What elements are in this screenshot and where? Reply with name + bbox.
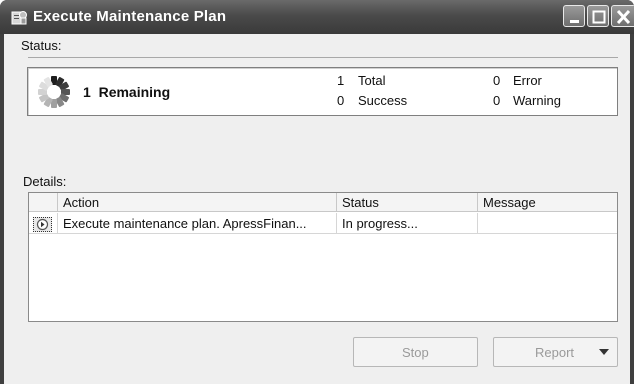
table-row-action-cell[interactable]: Execute maintenance plan. ApressFinan...: [63, 216, 307, 231]
minimize-icon: [570, 20, 579, 23]
dialog-window: Execute Maintenance Plan Status: 1 Remai…: [0, 0, 634, 384]
warning-count: 0: [493, 93, 501, 108]
grid-header: Action Status Message: [29, 193, 617, 212]
report-button-label: Report: [535, 345, 575, 360]
cell-divider: [57, 213, 58, 234]
status-label: Status:: [21, 38, 62, 53]
table-row-status-cell[interactable]: In progress...: [342, 216, 418, 231]
cell-divider: [336, 213, 337, 234]
error-label: Error: [513, 73, 542, 88]
stop-button[interactable]: Stop: [353, 337, 478, 367]
close-button[interactable]: [611, 5, 634, 27]
maximize-button[interactable]: [587, 5, 609, 27]
stop-button-label: Stop: [402, 345, 429, 360]
maximize-icon: [592, 10, 606, 24]
cell-divider: [477, 213, 478, 234]
success-label: Success: [358, 93, 408, 108]
maintenance-plan-icon: [11, 11, 27, 25]
error-count: 0: [493, 73, 501, 88]
remaining-summary: 1 Remaining: [83, 84, 170, 100]
total-label: Total: [358, 73, 386, 88]
chevron-down-icon[interactable]: [599, 349, 609, 356]
success-count: 0: [337, 93, 345, 108]
status-separator: [28, 57, 618, 58]
progress-spinner-icon: [38, 76, 70, 108]
status-summary-panel: 1 Remaining 1 Total 0 Success 0 Error 0 …: [27, 67, 618, 116]
column-header-status[interactable]: Status: [342, 195, 379, 210]
remaining-count: 1: [83, 84, 91, 100]
row-selector[interactable]: [33, 217, 52, 232]
minimize-button[interactable]: [563, 5, 585, 27]
total-count: 1: [337, 73, 345, 88]
column-header-action[interactable]: Action: [63, 195, 99, 210]
column-divider[interactable]: [477, 193, 478, 212]
row-divider: [29, 233, 617, 234]
window-title: Execute Maintenance Plan: [33, 8, 227, 25]
remaining-label: Remaining: [98, 84, 171, 100]
details-label: Details:: [23, 174, 67, 189]
current-row-arrow-icon: [36, 218, 49, 231]
column-divider: [57, 193, 58, 212]
warning-label: Warning: [513, 93, 561, 108]
column-divider[interactable]: [336, 193, 337, 212]
column-header-message[interactable]: Message: [483, 195, 536, 210]
details-grid[interactable]: Action Status Message Execute maintenanc…: [28, 192, 618, 322]
close-icon: [616, 9, 631, 25]
report-button[interactable]: Report: [493, 337, 618, 367]
title-bar[interactable]: Execute Maintenance Plan: [0, 0, 634, 34]
